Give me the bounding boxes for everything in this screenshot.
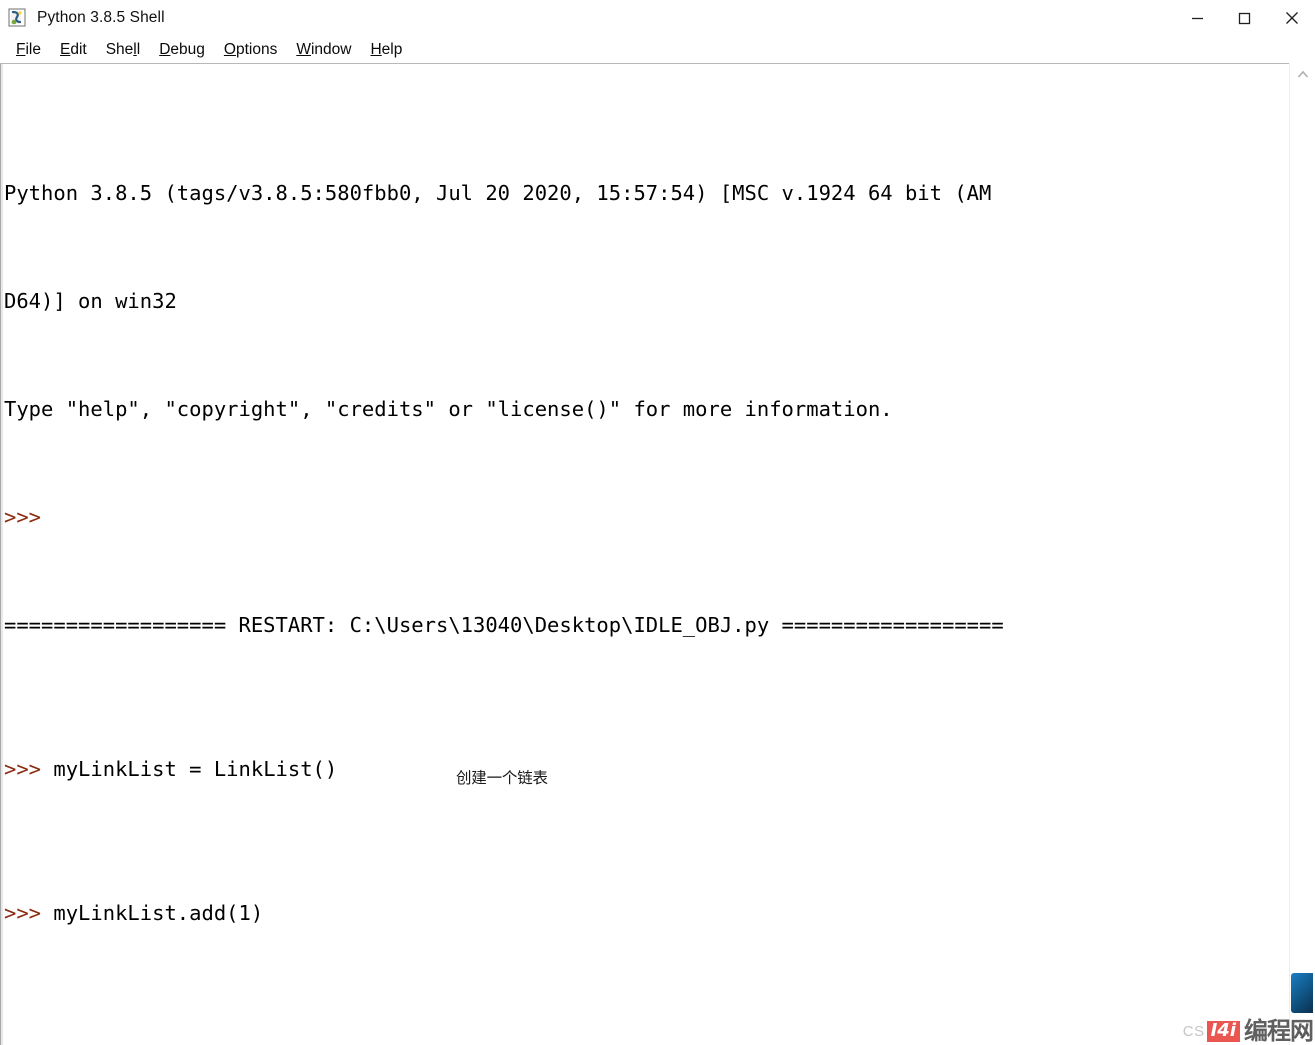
prompt-marker: >>> bbox=[4, 757, 54, 781]
prompt-line: >>> bbox=[4, 499, 1287, 535]
command-text: myLinkList.add(1) bbox=[53, 901, 264, 925]
menu-item-debug[interactable]: Debug bbox=[150, 40, 215, 60]
menu-item-file[interactable]: File bbox=[7, 40, 51, 60]
shell-text-frame: Python 3.8.5 (tags/v3.8.5:580fbb0, Jul 2… bbox=[0, 63, 1315, 1045]
scroll-position-marker bbox=[1291, 973, 1313, 1013]
prompt-marker: >>> bbox=[4, 901, 54, 925]
restart-line: ================== RESTART: C:\Users\130… bbox=[4, 607, 1287, 643]
menu-item-window[interactable]: Window bbox=[287, 40, 361, 60]
minimize-icon[interactable] bbox=[1174, 0, 1221, 36]
idle-shell-window: Python 3.8.5 Shell File Edit Shell Debug Opt… bbox=[0, 0, 1315, 1045]
banner-text-1: Python 3.8.5 (tags/v3.8.5:580fbb0, Jul 2… bbox=[4, 181, 992, 205]
menu-item-label: Edit bbox=[59, 40, 87, 58]
shell-output-area[interactable]: Python 3.8.5 (tags/v3.8.5:580fbb0, Jul 2… bbox=[4, 64, 1287, 1045]
menu-item-help[interactable]: Help bbox=[361, 40, 412, 60]
annotation-create: 创建一个链表 bbox=[456, 769, 548, 787]
chevron-up-icon[interactable] bbox=[1290, 63, 1315, 85]
title-bar: Python 3.8.5 Shell bbox=[0, 0, 1315, 36]
banner-line: D64)] on win32 bbox=[4, 283, 1287, 319]
menu-bar: File Edit Shell Debug Options Window Help bbox=[0, 36, 1315, 63]
text-left-border bbox=[0, 64, 3, 1045]
menu-item-edit[interactable]: Edit bbox=[51, 40, 97, 60]
chevron-down-icon[interactable] bbox=[1290, 1023, 1315, 1045]
command-line: >>> myLinkList = LinkList() 创建一个链表 bbox=[4, 751, 1287, 787]
menu-item-options[interactable]: Options bbox=[215, 40, 287, 60]
menu-item-shell[interactable]: Shell bbox=[97, 40, 151, 60]
menu-item-label: Options bbox=[223, 40, 278, 58]
close-icon[interactable] bbox=[1268, 0, 1315, 36]
command-line: >>> myLinkList.add(1) bbox=[4, 895, 1287, 931]
banner-text-2: D64)] on win32 bbox=[4, 289, 177, 313]
banner-line: Python 3.8.5 (tags/v3.8.5:580fbb0, Jul 2… bbox=[4, 175, 1287, 211]
maximize-icon[interactable] bbox=[1221, 0, 1268, 36]
menu-item-label: Shell bbox=[105, 40, 141, 58]
menu-item-label: Window bbox=[296, 40, 352, 58]
vertical-scrollbar[interactable] bbox=[1289, 63, 1315, 1045]
window-title: Python 3.8.5 Shell bbox=[37, 9, 165, 26]
restart-text: ================== RESTART: C:\Users\130… bbox=[4, 613, 1004, 637]
banner-text-3: Type "help", "copyright", "credits" or "… bbox=[4, 397, 893, 421]
menu-item-label: Debug bbox=[159, 40, 205, 58]
menu-item-label: File bbox=[16, 40, 41, 58]
banner-line: Type "help", "copyright", "credits" or "… bbox=[4, 391, 1287, 427]
command-line: >>> myLinkList.add(2)添加值为1、2、3的三个节点 bbox=[4, 1039, 1287, 1045]
prompt-marker: >>> bbox=[4, 505, 42, 529]
window-controls bbox=[1174, 0, 1315, 36]
python-idle-icon bbox=[8, 7, 30, 29]
command-text: myLinkList = LinkList() bbox=[53, 757, 338, 781]
menu-item-label: Help bbox=[370, 40, 403, 58]
